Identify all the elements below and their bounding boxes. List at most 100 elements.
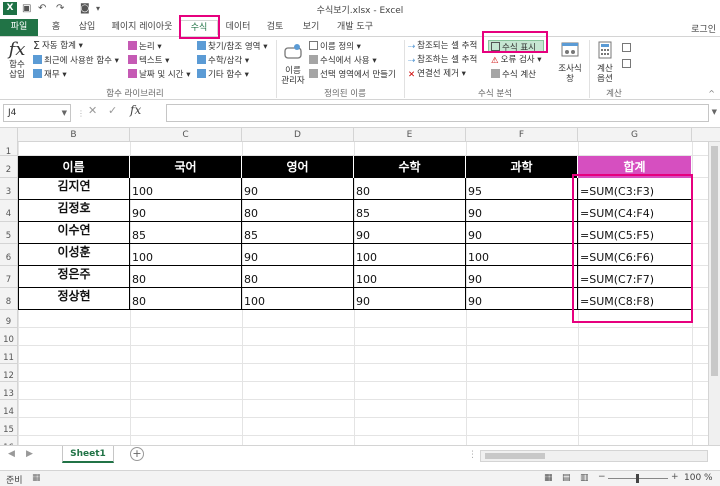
score-cell[interactable]: 80 <box>130 266 242 288</box>
row-header[interactable]: 5 <box>0 222 18 244</box>
name-cell[interactable]: 이성훈 <box>18 244 130 266</box>
row-header[interactable]: 2 <box>0 156 18 178</box>
score-cell[interactable]: 100 <box>354 266 466 288</box>
name-cell[interactable]: 김정호 <box>18 200 130 222</box>
horizontal-scrollbar[interactable] <box>480 450 708 462</box>
table-header-cell[interactable]: 국어 <box>130 156 242 178</box>
row-header[interactable]: 9 <box>0 310 18 328</box>
score-cell[interactable]: 95 <box>466 178 578 200</box>
zoom-out-icon[interactable]: − <box>598 472 606 482</box>
tab-file[interactable]: 파일 <box>0 19 38 36</box>
trace-dependents-button[interactable]: ⇢ 참조하는 셀 추적 <box>408 55 477 66</box>
scroll-thumb[interactable] <box>711 146 718 376</box>
vertical-scrollbar[interactable] <box>708 142 720 445</box>
row-header[interactable]: 4 <box>0 200 18 222</box>
column-header-g[interactable]: G <box>578 128 692 142</box>
use-in-formula-button[interactable]: 수식에서 사용 ▾ <box>309 55 377 66</box>
name-cell[interactable]: 정상현 <box>18 288 130 310</box>
score-cell[interactable]: 80 <box>130 288 242 310</box>
score-cell[interactable]: 80 <box>242 266 354 288</box>
table-header-cell[interactable]: 이름 <box>18 156 130 178</box>
collapse-ribbon-icon[interactable]: ^ <box>708 89 715 98</box>
score-cell[interactable]: 90 <box>466 266 578 288</box>
row-header[interactable]: 12 <box>0 364 18 382</box>
tab-data[interactable]: 데이터 <box>222 20 254 35</box>
column-header-d[interactable]: D <box>242 128 354 142</box>
table-header-cell[interactable]: 과학 <box>466 156 578 178</box>
score-cell[interactable]: 80 <box>242 200 354 222</box>
tab-insert[interactable]: 삽입 <box>72 20 102 35</box>
column-header-e[interactable]: E <box>354 128 466 142</box>
score-cell[interactable]: 100 <box>242 288 354 310</box>
math-button[interactable]: 수학/삼각 ▾ <box>197 55 249 66</box>
calculate-sheet-button[interactable] <box>622 59 633 70</box>
normal-view-icon[interactable]: ▦ <box>544 473 553 483</box>
add-sheet-icon[interactable]: + <box>130 447 144 461</box>
row-header[interactable]: 8 <box>0 288 18 310</box>
score-cell[interactable]: 85 <box>354 200 466 222</box>
score-cell[interactable]: 100 <box>130 178 242 200</box>
sign-in-link[interactable]: 로그인 <box>691 22 716 35</box>
row-header[interactable]: 10 <box>0 328 18 346</box>
next-sheet-icon[interactable]: ▶ <box>26 449 33 459</box>
calculation-options-button[interactable]: 계산 옵션 <box>592 40 618 84</box>
score-cell[interactable]: 90 <box>130 200 242 222</box>
select-all-corner[interactable] <box>0 128 18 142</box>
worksheet-grid[interactable]: B C D E F G 123456789101112131415161718 … <box>0 128 720 445</box>
table-header-cell[interactable]: 수학 <box>354 156 466 178</box>
remove-arrows-button[interactable]: ✕ 연결선 제거 ▾ <box>408 69 466 80</box>
recent-functions-button[interactable]: 최근에 사용한 함수 ▾ <box>33 55 119 66</box>
enter-icon[interactable]: ✓ <box>108 104 117 117</box>
score-cell[interactable]: 85 <box>242 222 354 244</box>
define-name-button[interactable]: 이름 정의 ▾ <box>309 41 361 52</box>
row-header[interactable]: 15 <box>0 418 18 436</box>
zoom-in-icon[interactable]: + <box>671 472 679 482</box>
logical-button[interactable]: 논리 ▾ <box>128 41 162 52</box>
name-cell[interactable]: 이수연 <box>18 222 130 244</box>
row-header[interactable]: 3 <box>0 178 18 200</box>
page-break-view-icon[interactable]: ▥ <box>580 473 589 483</box>
create-from-selection-button[interactable]: 선택 영역에서 만들기 <box>309 69 396 80</box>
row-header[interactable]: 7 <box>0 266 18 288</box>
calculate-now-button[interactable] <box>622 43 633 54</box>
tab-developer[interactable]: 개발 도구 <box>332 20 378 35</box>
tab-view[interactable]: 보기 <box>296 20 326 35</box>
datetime-button[interactable]: 날짜 및 시간 ▾ <box>128 69 190 80</box>
row-header[interactable]: 11 <box>0 346 18 364</box>
insert-function-icon[interactable]: fx <box>130 103 141 117</box>
score-cell[interactable]: 85 <box>130 222 242 244</box>
financial-button[interactable]: 재무 ▾ <box>33 69 67 80</box>
name-cell[interactable]: 김지연 <box>18 178 130 200</box>
tab-review[interactable]: 검토 <box>260 20 290 35</box>
autosum-button[interactable]: Σ 자동 합계 ▾ <box>33 40 83 51</box>
row-header[interactable]: 13 <box>0 382 18 400</box>
zoom-slider-thumb[interactable] <box>636 474 639 483</box>
macro-record-icon[interactable]: ▦ <box>32 473 41 483</box>
watch-window-button[interactable]: 조사식 창 <box>556 40 584 84</box>
lookup-button[interactable]: 찾기/참조 영역 ▾ <box>197 41 267 52</box>
row-header[interactable]: 1 <box>0 142 18 157</box>
score-cell[interactable]: 90 <box>466 200 578 222</box>
sheet-tab-sheet1[interactable]: Sheet1 <box>62 446 114 463</box>
tab-page-layout[interactable]: 페이지 레이아웃 <box>108 20 176 35</box>
column-header-b[interactable]: B <box>18 128 130 142</box>
scroll-thumb[interactable] <box>485 453 545 459</box>
evaluate-formula-button[interactable]: 수식 계산 <box>491 69 536 80</box>
prev-sheet-icon[interactable]: ◀ <box>8 449 15 459</box>
score-cell[interactable]: 100 <box>466 244 578 266</box>
score-cell[interactable]: 80 <box>354 178 466 200</box>
score-cell[interactable]: 100 <box>354 244 466 266</box>
score-cell[interactable]: 90 <box>466 222 578 244</box>
name-cell[interactable]: 정은주 <box>18 266 130 288</box>
page-layout-view-icon[interactable]: ▤ <box>562 473 571 483</box>
error-checking-button[interactable]: ⚠ 오류 검사 ▾ <box>491 55 542 66</box>
tab-home[interactable]: 홈 <box>44 20 68 35</box>
score-cell[interactable]: 90 <box>466 288 578 310</box>
row-header[interactable]: 16 <box>0 436 18 445</box>
formula-input[interactable] <box>166 104 709 122</box>
text-button[interactable]: 텍스트 ▾ <box>128 55 169 66</box>
score-cell[interactable]: 90 <box>354 222 466 244</box>
column-header-f[interactable]: F <box>466 128 578 142</box>
trace-precedents-button[interactable]: ⇢ 참조되는 셀 추적 <box>408 41 477 52</box>
more-functions-button[interactable]: 기타 함수 ▾ <box>197 69 249 80</box>
